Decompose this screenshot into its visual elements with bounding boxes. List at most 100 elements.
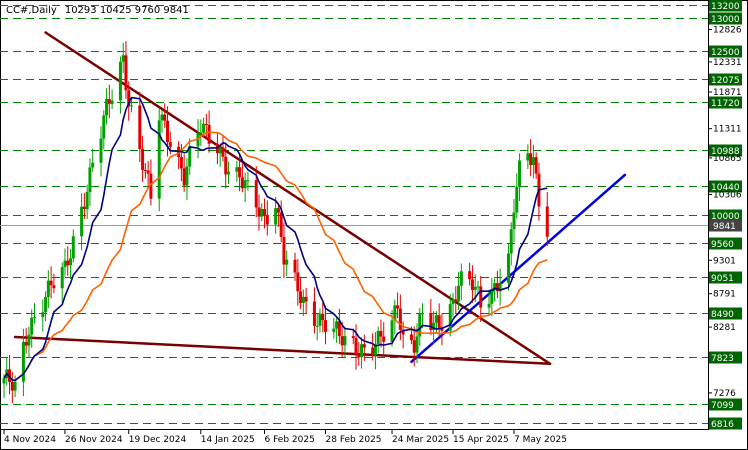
- candle-body: [138, 105, 142, 150]
- level-label: 9560: [711, 240, 734, 250]
- candle-body: [143, 169, 147, 171]
- candle-body: [360, 344, 364, 358]
- candle-body: [335, 321, 339, 329]
- candle-body: [318, 313, 322, 326]
- candle-body: [63, 260, 67, 268]
- candle-body: [260, 208, 264, 217]
- candle-body: [130, 105, 133, 107]
- candle-body: [46, 280, 50, 298]
- candle-body: [299, 291, 303, 304]
- candle-body: [243, 180, 247, 189]
- time-tick-label: 19 Dec 2024: [129, 435, 187, 445]
- level-label: 11720: [711, 99, 740, 109]
- candle-body: [199, 132, 203, 134]
- candle-body: [204, 123, 208, 125]
- candle-body: [409, 334, 413, 341]
- candle-body: [487, 303, 491, 308]
- candle-body: [257, 207, 261, 217]
- candle-body: [2, 378, 6, 384]
- candle-body: [218, 147, 222, 154]
- candle-body: [545, 206, 549, 237]
- candle-body: [238, 167, 242, 178]
- candle-body: [276, 208, 280, 213]
- candle-body: [91, 162, 95, 168]
- candle-body: [10, 381, 14, 391]
- candle-body: [451, 299, 455, 305]
- candle-body: [296, 272, 300, 292]
- candle-body: [434, 315, 438, 323]
- candle-body: [376, 330, 380, 345]
- candle-body: [457, 285, 461, 302]
- candle-body: [454, 299, 458, 302]
- candle-body: [354, 338, 358, 356]
- candle-body: [515, 186, 519, 213]
- candle-body: [526, 153, 530, 161]
- candle-body: [506, 253, 510, 283]
- price-tick-label: 11311: [713, 125, 742, 135]
- candle-body: [88, 167, 92, 192]
- candle-body: [227, 171, 231, 175]
- candle-body: [32, 317, 36, 319]
- time-tick-label: 26 Nov 2024: [65, 435, 123, 445]
- candle-body: [246, 180, 250, 182]
- candle-body: [121, 55, 125, 62]
- candle-body: [202, 123, 206, 133]
- time-tick-label: 24 Mar 2025: [392, 435, 449, 445]
- price-tick-label: 12331: [713, 58, 742, 68]
- candle-body: [512, 212, 516, 230]
- candle-body: [509, 229, 513, 254]
- candle-body: [379, 330, 383, 337]
- candle-body: [293, 259, 297, 273]
- candle-body: [282, 236, 286, 265]
- candle-body: [279, 212, 283, 237]
- candle-body: [27, 334, 31, 346]
- candle-body: [340, 336, 344, 346]
- candle-body: [146, 170, 150, 174]
- time-tick-label: 4 Nov 2024: [4, 435, 56, 445]
- candle-body: [182, 168, 186, 186]
- candle-body: [371, 347, 375, 356]
- candle-body: [163, 114, 167, 121]
- time-tick-label: 6 Feb 2025: [265, 435, 315, 445]
- level-label: 7099: [711, 401, 734, 411]
- candle-body: [41, 312, 45, 318]
- candle-body: [476, 286, 480, 288]
- candle-body: [85, 191, 89, 210]
- current-price-label: 9841: [713, 222, 736, 232]
- candle-body: [185, 166, 189, 186]
- level-label: 12075: [711, 76, 740, 86]
- candle-body: [71, 236, 75, 259]
- candle-body: [351, 336, 355, 339]
- price-tick-label: 8281: [713, 323, 736, 333]
- level-label: 6816: [711, 420, 734, 430]
- candle-body: [265, 214, 269, 225]
- candle-body: [321, 313, 325, 321]
- level-label: 13200: [711, 2, 740, 12]
- candle-body: [13, 381, 17, 391]
- candle-body: [415, 336, 419, 353]
- time-tick-label: 15 Apr 2025: [453, 435, 509, 445]
- price-tick-label: 9301: [713, 256, 736, 266]
- candle-body: [362, 344, 366, 348]
- candle-body: [44, 297, 48, 313]
- price-tick-label: 7276: [713, 389, 736, 399]
- candle-body: [99, 138, 103, 163]
- candle-body: [124, 55, 128, 91]
- candle-body: [224, 156, 228, 175]
- candle-body: [179, 156, 183, 169]
- candle-body: [470, 279, 474, 291]
- candle-body: [102, 115, 106, 139]
- price-chart: 1320013000125001207511720109881044010000…: [0, 0, 748, 450]
- candle-body: [66, 260, 70, 266]
- candle-body: [479, 286, 483, 308]
- candle-body: [448, 304, 452, 331]
- candle-body: [531, 157, 535, 165]
- candle-body: [390, 320, 394, 342]
- candle-body: [141, 149, 145, 170]
- candle-body: [412, 340, 416, 353]
- candle-body: [107, 99, 111, 104]
- candle-body: [60, 267, 64, 289]
- candle-body: [332, 328, 336, 332]
- candle-body: [343, 336, 347, 346]
- candle-body: [240, 177, 244, 189]
